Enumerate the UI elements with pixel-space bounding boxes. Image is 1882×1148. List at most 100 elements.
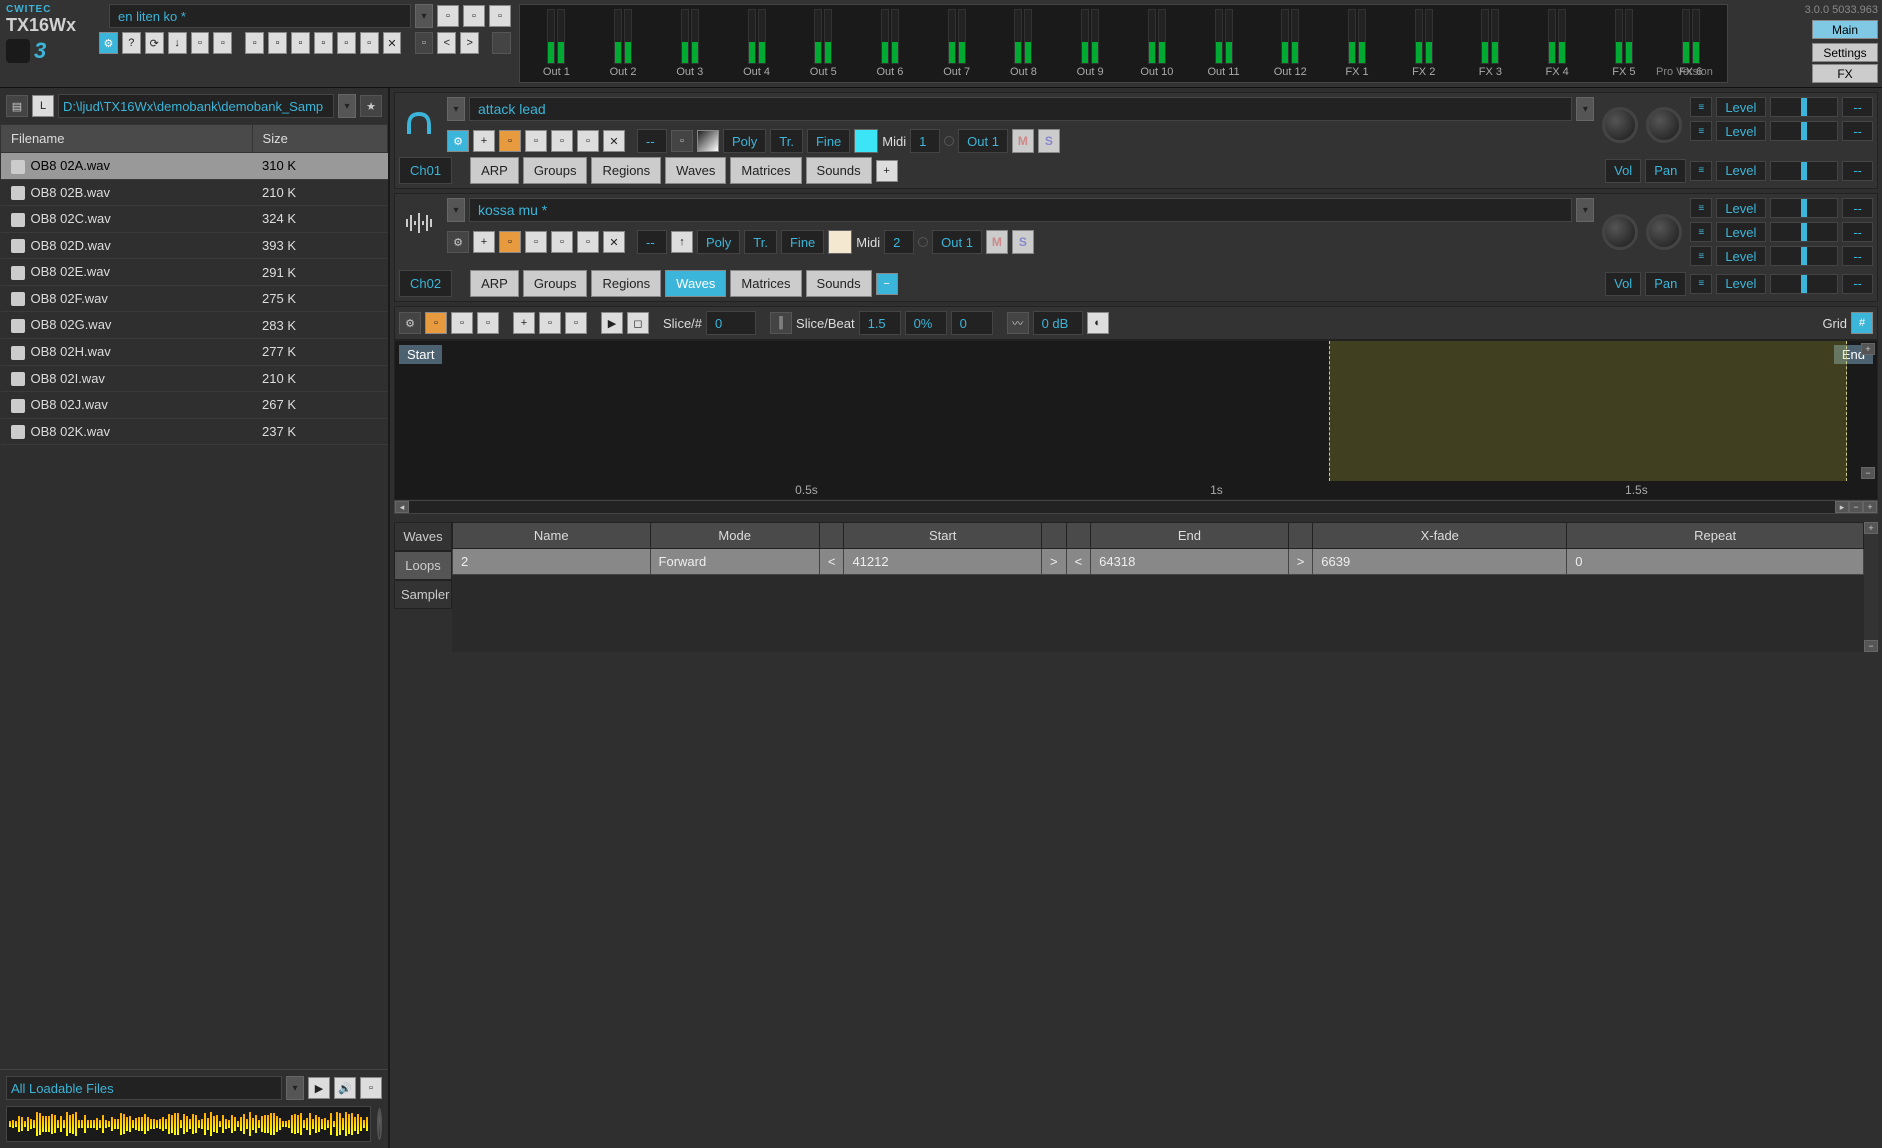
wave-zoom-out[interactable]: − bbox=[1849, 501, 1863, 513]
file-filter-dropdown[interactable] bbox=[286, 1076, 304, 1100]
ch-slider[interactable] bbox=[1770, 274, 1838, 294]
wave-save-button[interactable]: ▫ bbox=[451, 312, 473, 334]
ch-add-button[interactable]: + bbox=[473, 130, 495, 152]
loop-xfade[interactable]: 6639 bbox=[1313, 549, 1567, 575]
tab-arp[interactable]: ARP bbox=[470, 157, 519, 184]
tab-arp[interactable]: ARP bbox=[470, 270, 519, 297]
channel-name-input[interactable] bbox=[469, 97, 1572, 121]
help-button[interactable]: ? bbox=[122, 32, 141, 54]
download-button[interactable]: ↓ bbox=[168, 32, 187, 54]
loop-button[interactable]: ⟳ bbox=[145, 32, 164, 54]
perf-folder-button[interactable]: ▫ bbox=[437, 5, 459, 27]
gain-value[interactable]: 0 dB bbox=[1033, 311, 1083, 335]
level-slider[interactable] bbox=[1770, 121, 1838, 141]
sliders-icon[interactable]: ≡ bbox=[1690, 222, 1712, 242]
tab-regions[interactable]: Regions bbox=[591, 270, 661, 297]
waveform-display[interactable]: Start End 0.5s 1s 1.5s + − bbox=[394, 340, 1878, 500]
ch-save2-button[interactable]: ▫ bbox=[551, 231, 573, 253]
tab-groups[interactable]: Groups bbox=[523, 157, 588, 184]
slice-beat-value[interactable]: 1.5 bbox=[859, 311, 901, 335]
loop-col-xfade[interactable]: X-fade bbox=[1313, 523, 1567, 549]
level-slider[interactable] bbox=[1770, 198, 1838, 218]
sliders-icon[interactable]: ≡ bbox=[1690, 246, 1712, 266]
ch-save-button[interactable]: ▫ bbox=[525, 130, 547, 152]
folder-button[interactable]: ▫ bbox=[191, 32, 210, 54]
wave-start-marker[interactable]: Start bbox=[399, 345, 442, 364]
vol-button[interactable]: Vol bbox=[1605, 272, 1641, 296]
transpose-button[interactable]: Tr. bbox=[744, 230, 777, 254]
wave-gear-button[interactable]: ⚙ bbox=[399, 312, 421, 334]
ch-minus-tab-button[interactable]: − bbox=[876, 273, 898, 295]
tab-waves[interactable]: Waves bbox=[665, 157, 726, 184]
hb3[interactable]: ▫ bbox=[291, 32, 310, 54]
x-button[interactable]: ✕ bbox=[383, 32, 402, 54]
vol-button[interactable]: Vol bbox=[1605, 159, 1641, 183]
fx-nav-button[interactable]: FX bbox=[1812, 64, 1878, 83]
side-tab-sampler[interactable]: Sampler bbox=[394, 580, 452, 609]
tab-regions[interactable]: Regions bbox=[591, 157, 661, 184]
ch-name-dropdown[interactable] bbox=[1576, 198, 1594, 222]
loop-col-end[interactable]: End bbox=[1091, 523, 1289, 549]
wave-vzoom-in[interactable]: + bbox=[1861, 343, 1875, 355]
preview-btn3[interactable]: ▫ bbox=[360, 1077, 382, 1099]
scroll-btn[interactable]: ▫ bbox=[415, 32, 434, 54]
sliders-icon[interactable]: ≡ bbox=[1690, 161, 1712, 181]
grid-toggle-button[interactable]: # bbox=[1851, 312, 1873, 334]
performance-dropdown[interactable] bbox=[415, 4, 433, 28]
gear-button[interactable]: ⚙ bbox=[99, 32, 118, 54]
slice-offset-value[interactable]: 0 bbox=[951, 311, 993, 335]
fine-button[interactable]: Fine bbox=[807, 129, 850, 153]
loop-mode[interactable]: Forward bbox=[650, 549, 819, 575]
ch-add-button[interactable]: + bbox=[473, 231, 495, 253]
wave-folder-button[interactable]: ▫ bbox=[425, 312, 447, 334]
browser-path-dropdown[interactable] bbox=[338, 94, 356, 118]
output-select[interactable]: Out 1 bbox=[958, 129, 1008, 153]
ch-folder-button[interactable]: ▫ bbox=[499, 130, 521, 152]
sliders-icon[interactable]: ≡ bbox=[1690, 121, 1712, 141]
ch-gear-button[interactable]: ⚙ bbox=[447, 231, 469, 253]
sliders-icon[interactable]: ≡ bbox=[1690, 97, 1712, 117]
preview-play-button[interactable]: ▶ bbox=[308, 1077, 330, 1099]
level-slider[interactable] bbox=[1770, 246, 1838, 266]
ch-gear-button[interactable]: ⚙ bbox=[447, 130, 469, 152]
file-row[interactable]: OB8 02H.wav277 K bbox=[1, 338, 388, 365]
file-row[interactable]: OB8 02E.wav291 K bbox=[1, 259, 388, 286]
ch-slider[interactable] bbox=[1770, 161, 1838, 181]
ch-dash[interactable]: -- bbox=[637, 230, 667, 254]
browser-star-button[interactable]: ★ bbox=[360, 95, 382, 117]
gain-icon[interactable]: 〰 bbox=[1007, 312, 1029, 334]
preview-speaker-button[interactable]: 🔊 bbox=[334, 1077, 356, 1099]
file-filter-select[interactable] bbox=[6, 1076, 282, 1100]
volume-knob[interactable] bbox=[1602, 214, 1638, 250]
file-row[interactable]: OB8 02B.wav210 K bbox=[1, 179, 388, 206]
file-row[interactable]: OB8 02A.wav310 K bbox=[1, 153, 388, 180]
file-row[interactable]: OB8 02D.wav393 K bbox=[1, 232, 388, 259]
file-row[interactable]: OB8 02G.wav283 K bbox=[1, 312, 388, 339]
trash-button[interactable]: ▫ bbox=[213, 32, 232, 54]
fine-button[interactable]: Fine bbox=[781, 230, 824, 254]
level-label[interactable]: Level bbox=[1716, 222, 1766, 242]
file-row[interactable]: OB8 02K.wav237 K bbox=[1, 418, 388, 445]
level-label[interactable]: Level bbox=[1716, 198, 1766, 218]
poly-button[interactable]: Poly bbox=[697, 230, 740, 254]
prev-button[interactable]: < bbox=[437, 32, 456, 54]
solo-button[interactable]: S bbox=[1012, 230, 1034, 254]
wave-scroll-right[interactable]: ▸ bbox=[1835, 501, 1849, 513]
ch-x-button[interactable]: ✕ bbox=[603, 231, 625, 253]
ch-swatch-button[interactable]: ▫ bbox=[671, 130, 693, 152]
mute-button[interactable]: M bbox=[986, 230, 1008, 254]
level-label[interactable]: Level bbox=[1716, 161, 1766, 181]
ch-folder-button[interactable]: ▫ bbox=[499, 231, 521, 253]
loop-add-button[interactable]: + bbox=[1864, 522, 1878, 534]
ch-dash[interactable]: -- bbox=[637, 129, 667, 153]
ch-save2-button[interactable]: ▫ bbox=[551, 130, 573, 152]
wave-saveall-button[interactable]: ▫ bbox=[477, 312, 499, 334]
browser-sidebar-toggle[interactable]: ▤ bbox=[6, 95, 28, 117]
channel-name-input[interactable] bbox=[469, 198, 1572, 222]
poly-button[interactable]: Poly bbox=[723, 129, 766, 153]
perf-folder2-button[interactable]: ▫ bbox=[463, 5, 485, 27]
tab-matrices[interactable]: Matrices bbox=[730, 270, 801, 297]
mute-button[interactable]: M bbox=[1012, 129, 1034, 153]
sliders-icon[interactable]: ≡ bbox=[1690, 274, 1712, 294]
level-label[interactable]: Level bbox=[1716, 246, 1766, 266]
